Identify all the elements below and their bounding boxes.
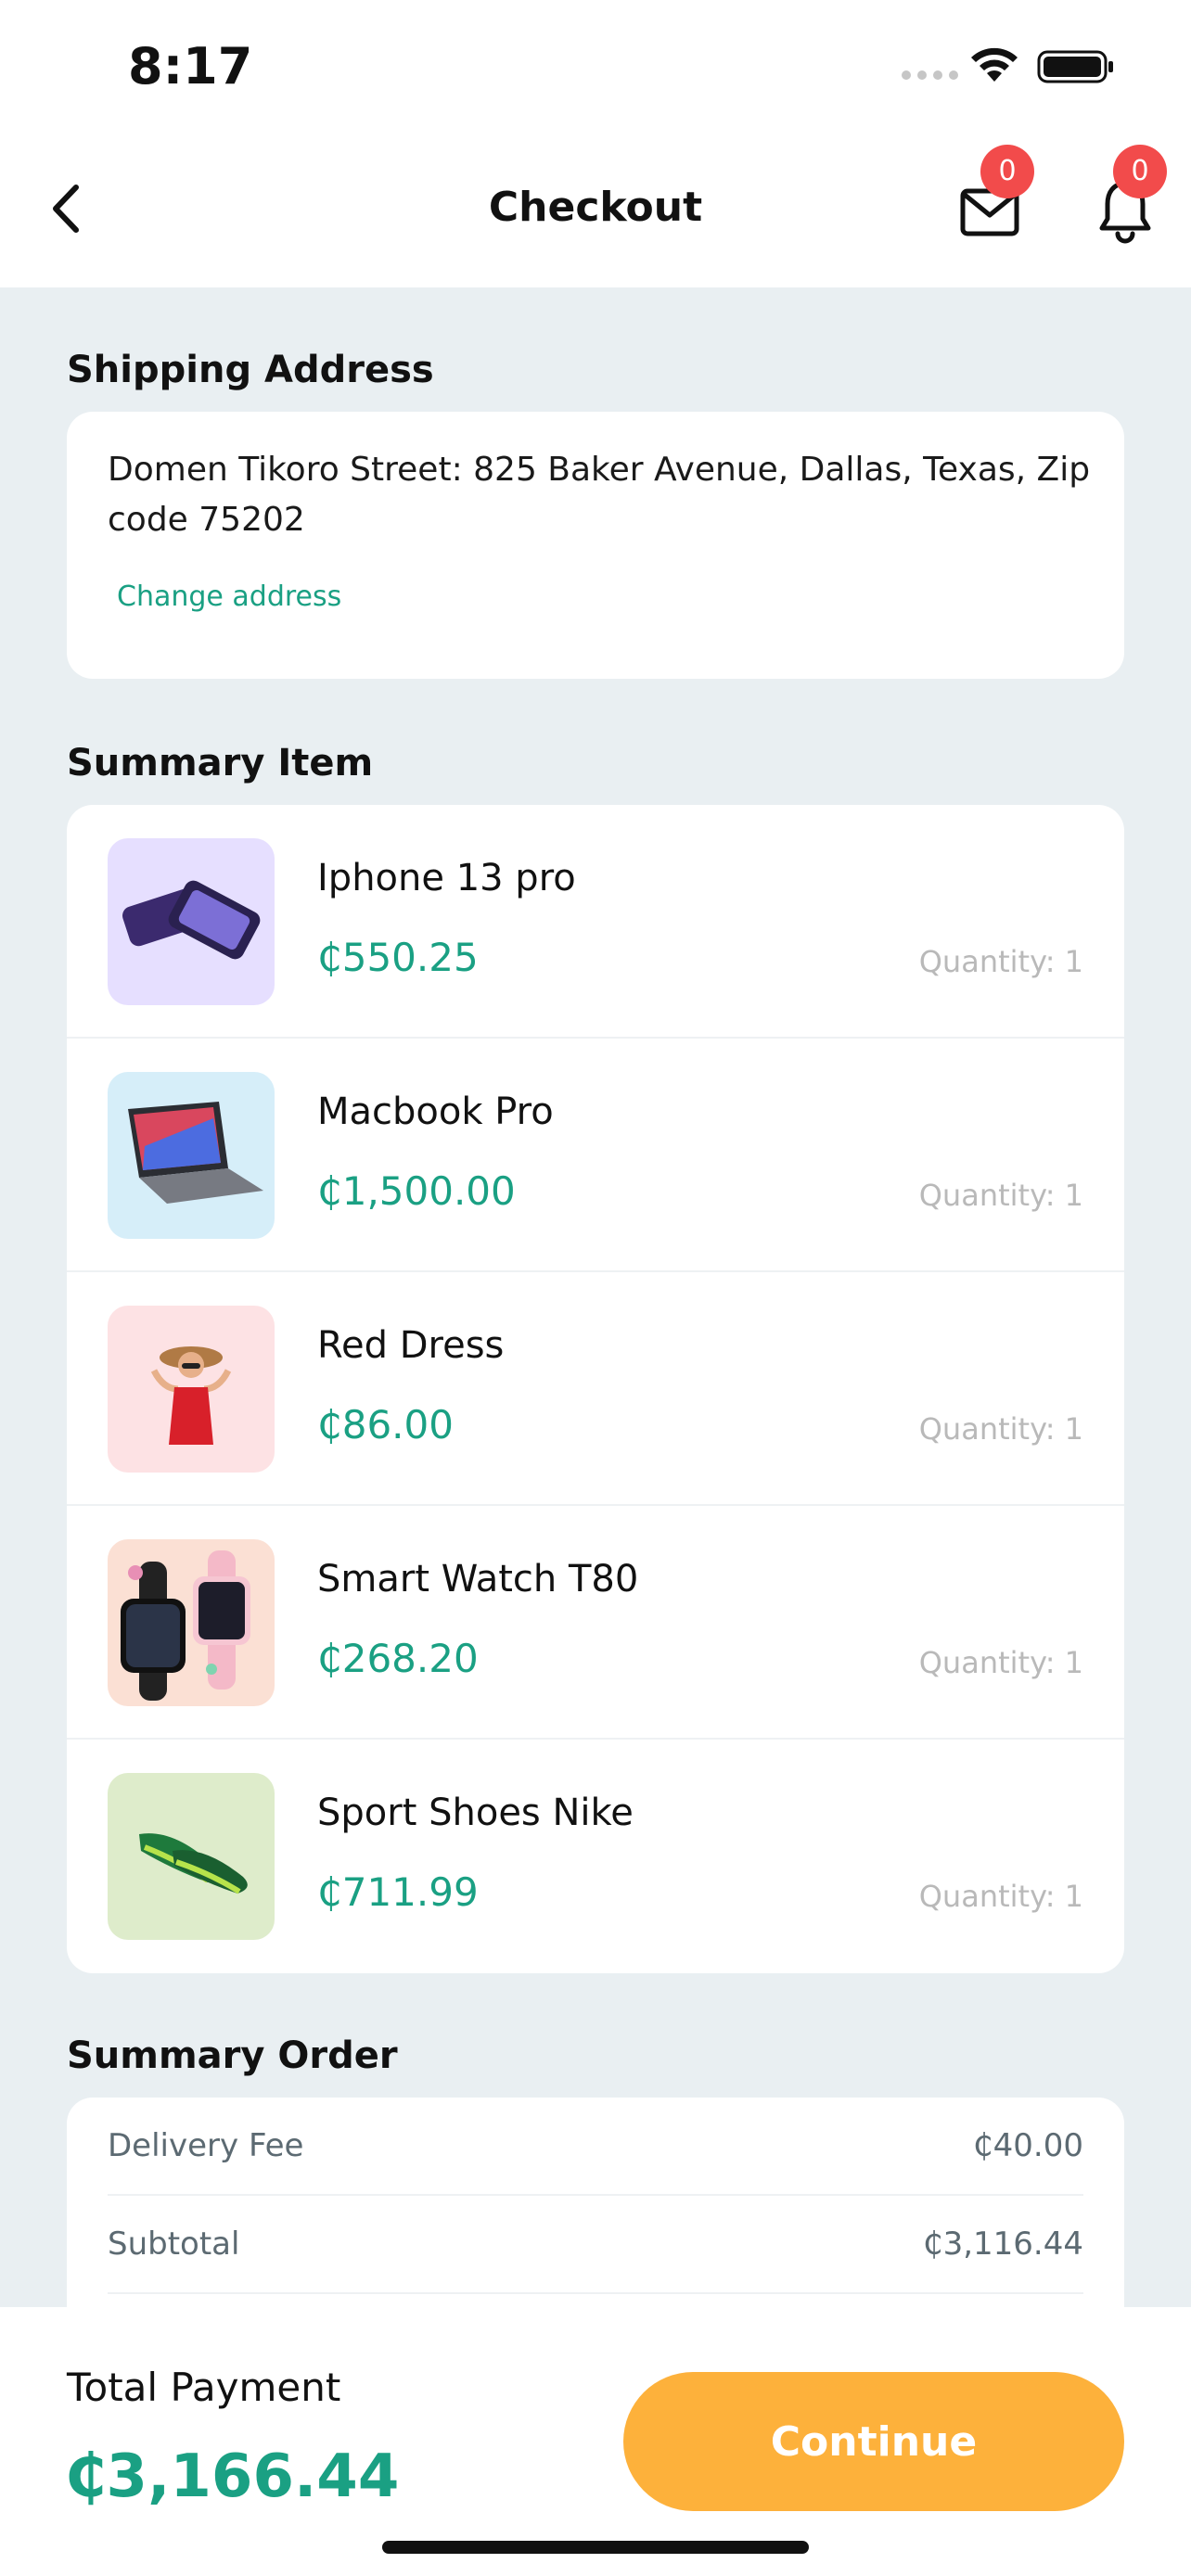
item-price: ₵86.00 <box>317 1402 454 1447</box>
item-quantity: Quantity: 1 <box>918 1645 1083 1680</box>
item-quantity: Quantity: 1 <box>918 1178 1083 1213</box>
status-bar: 8:17 <box>0 0 1191 139</box>
total-payment-value: ₵3,166.44 <box>65 2442 400 2511</box>
total-payment-label: Total Payment <box>67 2365 341 2410</box>
item-quantity: Quantity: 1 <box>918 1411 1083 1447</box>
product-thumbnail <box>108 1072 275 1239</box>
summary-item-title: Summary Item <box>67 742 374 784</box>
dress-icon <box>150 1346 232 1445</box>
item-quantity: Quantity: 1 <box>918 1879 1083 1914</box>
item-price: ₵1,500.00 <box>317 1168 516 1214</box>
product-thumbnail <box>108 838 275 1005</box>
continue-button[interactable]: Continue <box>623 2372 1124 2511</box>
item-name: Smart Watch T80 <box>317 1558 639 1600</box>
item-name: Macbook Pro <box>317 1090 554 1133</box>
item-name: Iphone 13 pro <box>317 857 576 899</box>
order-row-subtotal: Subtotal ₵3,116.44 <box>108 2196 1083 2294</box>
phone-icon <box>122 880 261 960</box>
product-thumbnail <box>108 1773 275 1940</box>
product-thumbnail <box>108 1539 275 1706</box>
list-item[interactable]: Red Dress ₵86.00 Quantity: 1 <box>67 1272 1124 1506</box>
laptop-icon <box>128 1102 263 1204</box>
item-name: Red Dress <box>317 1324 505 1367</box>
status-time: 8:17 <box>128 37 253 96</box>
battery-icon <box>1037 50 1113 83</box>
checkout-footer: Total Payment ₵3,166.44 Continue <box>0 2307 1191 2576</box>
summary-order-card: Delivery Fee ₵40.00 Subtotal ₵3,116.44 <box>67 2098 1124 2339</box>
item-price: ₵268.20 <box>317 1636 479 1681</box>
shoe-icon <box>139 1833 248 1894</box>
summary-item-list: Iphone 13 pro ₵550.25 Quantity: 1 Macboo… <box>67 805 1124 1973</box>
mail-badge: 0 <box>980 145 1034 198</box>
order-label: Delivery Fee <box>108 2127 304 2164</box>
wifi-icon <box>971 47 1018 82</box>
watch-icon <box>121 1550 250 1701</box>
home-indicator <box>382 2541 809 2554</box>
list-item[interactable]: Iphone 13 pro ₵550.25 Quantity: 1 <box>67 805 1124 1039</box>
product-thumbnail <box>108 1306 275 1473</box>
order-value: ₵3,116.44 <box>922 2225 1083 2263</box>
shipping-address: Domen Tikoro Street: 825 Baker Avenue, D… <box>108 451 1091 539</box>
order-value: ₵40.00 <box>973 2127 1083 2164</box>
list-item[interactable]: Sport Shoes Nike ₵711.99 Quantity: 1 <box>67 1740 1124 1973</box>
order-label: Subtotal <box>108 2225 240 2263</box>
list-item[interactable]: Macbook Pro ₵1,500.00 Quantity: 1 <box>67 1039 1124 1272</box>
item-name: Sport Shoes Nike <box>317 1792 634 1834</box>
signal-icon <box>902 70 958 80</box>
list-item[interactable]: Smart Watch T80 ₵268.20 Quantity: 1 <box>67 1506 1124 1740</box>
order-row-delivery: Delivery Fee ₵40.00 <box>108 2098 1083 2196</box>
summary-order-title: Summary Order <box>67 2034 398 2077</box>
change-address-link[interactable]: Change address <box>117 580 341 613</box>
notification-badge: 0 <box>1113 145 1167 198</box>
item-quantity: Quantity: 1 <box>918 944 1083 979</box>
shipping-title: Shipping Address <box>67 349 434 391</box>
shipping-address-card: Domen Tikoro Street: 825 Baker Avenue, D… <box>67 412 1124 679</box>
item-price: ₵550.25 <box>317 935 479 980</box>
item-price: ₵711.99 <box>317 1869 479 1915</box>
